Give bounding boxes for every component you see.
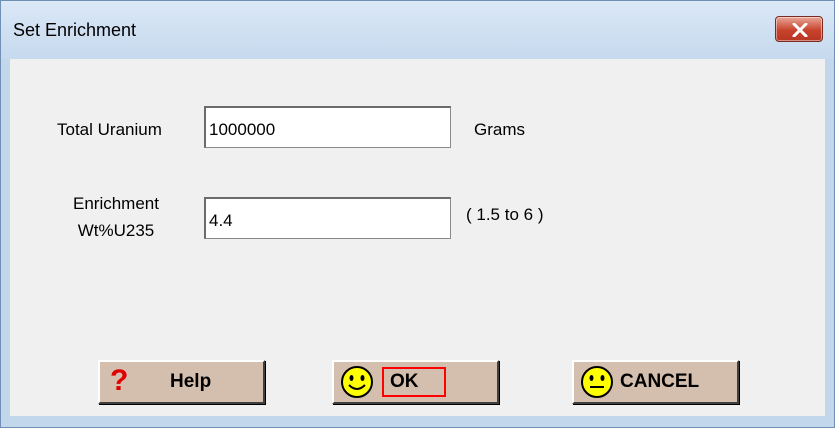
total-uranium-input[interactable] (204, 106, 451, 148)
help-button[interactable]: ? Help (98, 360, 265, 404)
smiley-face-icon (341, 366, 373, 398)
neutral-face-icon (581, 366, 613, 398)
dialog-window: Set Enrichment Total Uranium Grams Enric… (0, 0, 835, 428)
question-mark-icon: ? (110, 364, 129, 397)
ok-button-label: OK (390, 371, 419, 392)
close-icon (792, 23, 808, 37)
window-title: Set Enrichment (13, 20, 137, 40)
enrichment-label-line2: Wt%U235 (77, 221, 155, 240)
title-bar[interactable]: Set Enrichment (1, 1, 834, 59)
enrichment-range-hint: ( 1.5 to 6 ) (466, 205, 544, 224)
help-button-label: Help (170, 371, 212, 392)
total-uranium-label: Total Uranium (57, 120, 162, 139)
cancel-button[interactable]: CANCEL (572, 360, 739, 404)
ok-button[interactable]: OK (332, 360, 499, 404)
total-uranium-units: Grams (474, 120, 525, 139)
close-button[interactable] (775, 16, 823, 42)
dialog-body: Total Uranium Grams Enrichment Wt%U235 (… (10, 59, 825, 416)
enrichment-label: Enrichment Wt%U235 (56, 190, 176, 244)
enrichment-input[interactable] (204, 197, 451, 239)
cancel-button-label: CANCEL (620, 371, 700, 392)
enrichment-label-line1: Enrichment (73, 194, 159, 213)
